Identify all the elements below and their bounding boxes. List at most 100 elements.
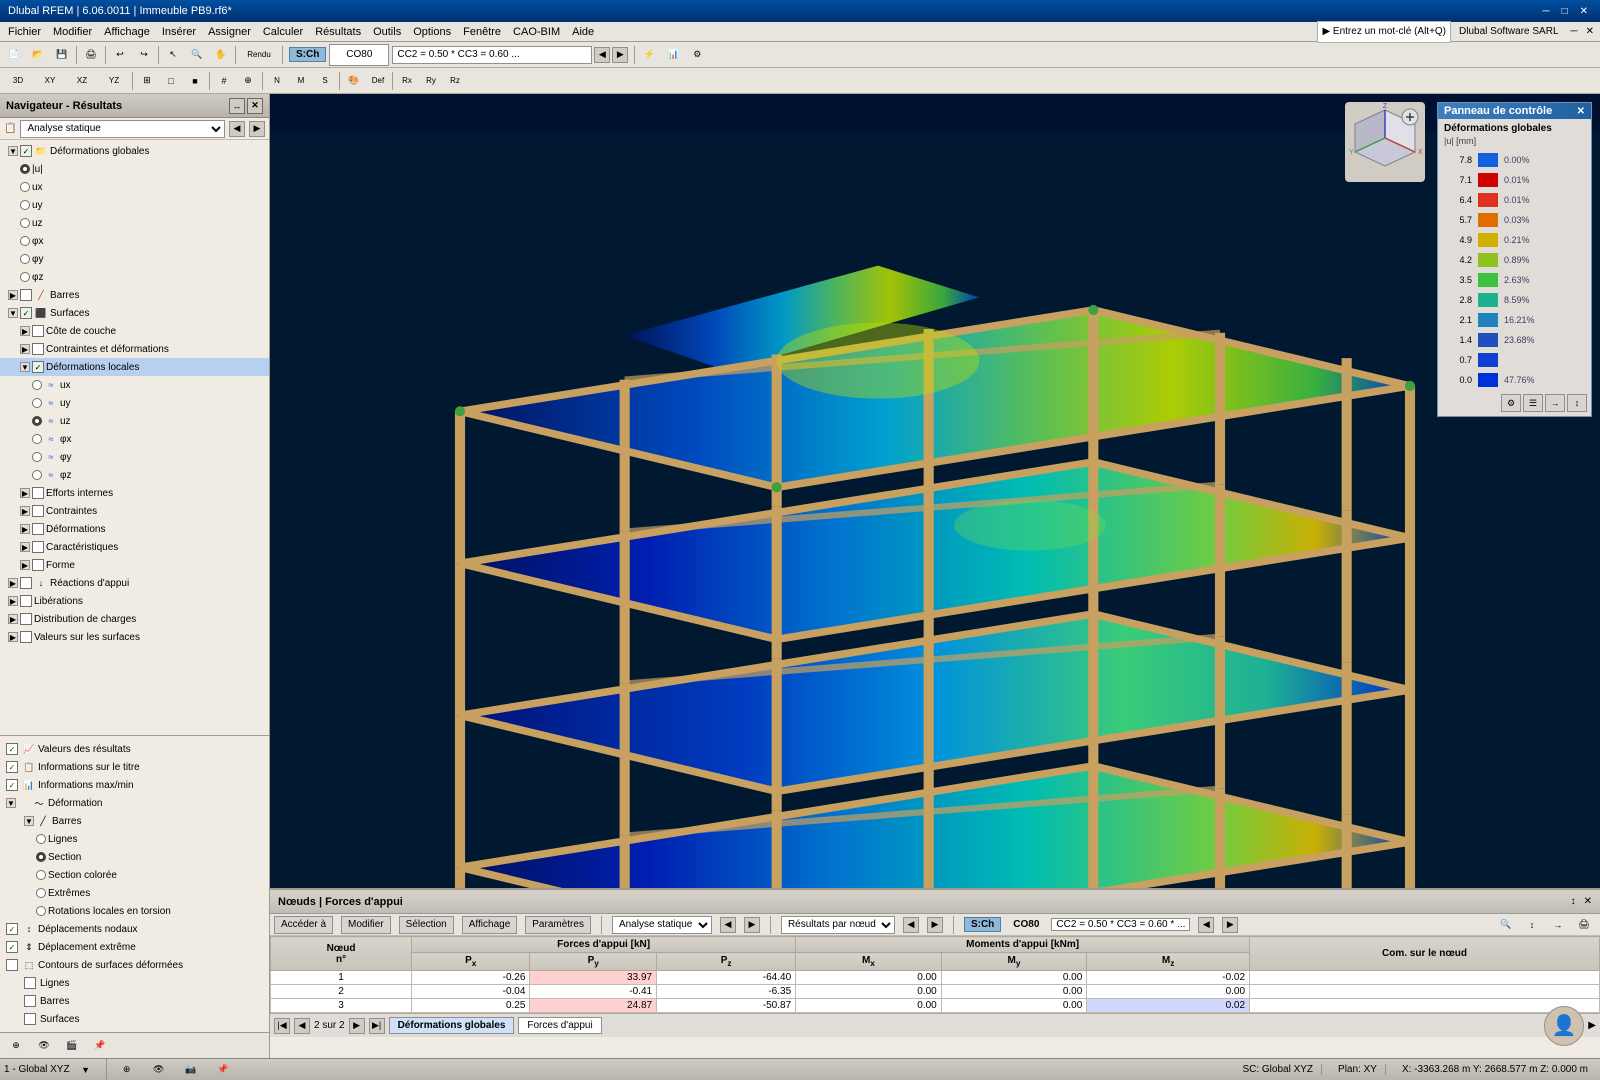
- radio-ux-loc[interactable]: [32, 380, 42, 390]
- control-panel-close[interactable]: ✕: [1577, 106, 1585, 117]
- cb-barres-bottom[interactable]: [24, 995, 36, 1007]
- expand-deformations[interactable]: ▼: [8, 146, 18, 156]
- radio-phiy[interactable]: [20, 254, 30, 264]
- panel-resize-btn[interactable]: ↕: [1571, 896, 1576, 907]
- selection-btn[interactable]: Sélection: [399, 916, 454, 934]
- radio-lignes-def[interactable]: [36, 834, 46, 844]
- radio-section-coloree[interactable]: [36, 870, 46, 880]
- item-rotations-torsion[interactable]: Rotations locales en torsion: [0, 902, 269, 920]
- fit-all-btn[interactable]: ⊞: [136, 70, 158, 92]
- item-barres-bottom[interactable]: Barres: [0, 992, 269, 1010]
- expand-surfaces[interactable]: ▼: [8, 308, 18, 318]
- cb-reactions[interactable]: [20, 577, 32, 589]
- radio-uy[interactable]: [20, 200, 30, 210]
- first-page-btn[interactable]: |◀: [274, 1018, 290, 1034]
- cb-deformations-loc[interactable]: ✓: [32, 361, 44, 373]
- grid-btn[interactable]: #: [213, 70, 235, 92]
- cb-valeurs-surf[interactable]: [20, 631, 32, 643]
- tree-item-forme[interactable]: ▶ Forme: [0, 556, 269, 574]
- calc-btn[interactable]: ⚡: [638, 44, 660, 66]
- tb-prev[interactable]: ◀: [720, 917, 736, 933]
- parametres-btn[interactable]: Paramètres: [525, 916, 591, 934]
- load-badge[interactable]: S:Ch: [289, 47, 326, 62]
- tree-item-ux[interactable]: ux: [0, 178, 269, 196]
- formula-display[interactable]: CC2 = 0.50 * CC3 = 0.60 ...: [392, 46, 592, 64]
- cb-liberations[interactable]: [20, 595, 32, 607]
- tree-item-uz-loc[interactable]: ≈ uz: [0, 412, 269, 430]
- save-btn[interactable]: 💾: [51, 44, 73, 66]
- print-btn[interactable]: 🖨: [80, 44, 102, 66]
- filter-btn[interactable]: 🔍: [1495, 914, 1517, 936]
- wireframe-btn[interactable]: □: [160, 70, 182, 92]
- avatar-expand[interactable]: ▶: [1588, 1020, 1596, 1031]
- menu-fichier[interactable]: Fichier: [2, 22, 47, 42]
- expand-deformation[interactable]: ▼: [6, 798, 16, 808]
- close-button[interactable]: ✕: [1576, 6, 1592, 17]
- radio-uz[interactable]: [20, 218, 30, 228]
- 3d-view[interactable]: Z X Y Panneau de contrôle ✕ Déformations…: [270, 94, 1600, 1058]
- panel-settings-btn[interactable]: ⚙: [1501, 394, 1521, 412]
- video-btn[interactable]: 🎬: [61, 1035, 83, 1057]
- item-deplacements-nodaux[interactable]: ↕ Déplacements nodaux: [0, 920, 269, 938]
- tree-item-deformations-globales[interactable]: ▼ ✓ 📁 Déformations globales: [0, 142, 269, 160]
- view-3d-btn[interactable]: 3D: [3, 70, 33, 92]
- rotate-z[interactable]: Rz: [444, 70, 466, 92]
- tree-item-distribution[interactable]: ▶ Distribution de charges: [0, 610, 269, 628]
- menu-calculer[interactable]: Calculer: [257, 22, 309, 42]
- tb-next[interactable]: ▶: [744, 917, 760, 933]
- tree-item-phix[interactable]: φx: [0, 232, 269, 250]
- expand-contr2[interactable]: ▶: [20, 506, 30, 516]
- surface-btn2[interactable]: S: [314, 70, 336, 92]
- sort-btn[interactable]: ↕: [1521, 914, 1543, 936]
- menu-assigner[interactable]: Assigner: [202, 22, 257, 42]
- analysis-prev[interactable]: ◀: [229, 121, 245, 137]
- tab-deformations[interactable]: Déformations globales: [389, 1017, 515, 1034]
- cb-forme[interactable]: [32, 559, 44, 571]
- item-lignes-bottom[interactable]: Lignes: [0, 974, 269, 992]
- pan-btn[interactable]: ✋: [210, 44, 232, 66]
- cb-infos-max[interactable]: [6, 779, 18, 791]
- tree-item-cote[interactable]: ▶ Côte de couche: [0, 322, 269, 340]
- print-results-btn[interactable]: 🖨: [1573, 914, 1595, 936]
- results-by-combo[interactable]: Résultats par nœud: [781, 916, 895, 934]
- load-combo-display[interactable]: CO80: [329, 44, 389, 66]
- expand-deform-s[interactable]: ▶: [20, 524, 30, 534]
- node-btn[interactable]: N: [266, 70, 288, 92]
- analysis-next[interactable]: ▶: [249, 121, 265, 137]
- cb-deformations-globales[interactable]: ✓: [20, 145, 32, 157]
- item-section-def[interactable]: Section: [0, 848, 269, 866]
- search-box[interactable]: ▶ Entrez un mot-clé (Alt+Q): [1317, 21, 1451, 43]
- maximize-button[interactable]: □: [1558, 6, 1572, 17]
- radio-u-abs[interactable]: [20, 164, 30, 174]
- cb-caract[interactable]: [32, 541, 44, 553]
- expand-contraintes[interactable]: ▶: [20, 344, 30, 354]
- cb-infos-titre[interactable]: [6, 761, 18, 773]
- table-row[interactable]: 3 0.25 24.87 -50.87 0.00 0.00 0.02: [271, 999, 1600, 1013]
- tb-formula[interactable]: CC2 = 0.50 * CC3 = 0.60 * ...: [1051, 918, 1190, 931]
- cb-barres[interactable]: [20, 289, 32, 301]
- results-btn[interactable]: 📊: [662, 44, 684, 66]
- solid-btn[interactable]: ■: [184, 70, 206, 92]
- menu-affichage[interactable]: Affichage: [98, 22, 156, 42]
- minimize-panel-btn[interactable]: ─: [1567, 22, 1582, 42]
- cb-contours[interactable]: [6, 959, 18, 971]
- axes-toggle-btn[interactable]: ⊕: [5, 1035, 27, 1057]
- prev-load-btn[interactable]: ◀: [594, 47, 610, 63]
- minimize-button[interactable]: ─: [1538, 6, 1553, 17]
- radio-phiz-loc[interactable]: [32, 470, 42, 480]
- cb-cote[interactable]: [32, 325, 44, 337]
- nav-close-btn[interactable]: ✕: [247, 98, 263, 114]
- tb-prev2[interactable]: ◀: [903, 917, 919, 933]
- next-page-btn[interactable]: ▶: [349, 1018, 365, 1034]
- menu-modifier[interactable]: Modifier: [47, 22, 98, 42]
- item-infos-titre[interactable]: 📋 Informations sur le titre: [0, 758, 269, 776]
- close-panel-btn[interactable]: ✕: [1582, 22, 1598, 42]
- menu-aide[interactable]: Aide: [566, 22, 600, 42]
- tree-item-valeurs-surf[interactable]: ▶ Valeurs sur les surfaces: [0, 628, 269, 646]
- tree-item-phiz-loc[interactable]: ≈ φz: [0, 466, 269, 484]
- axes-btn[interactable]: ⊕: [237, 70, 259, 92]
- view-xz-btn[interactable]: XZ: [67, 70, 97, 92]
- expand-cote[interactable]: ▶: [20, 326, 30, 336]
- eye-btn[interactable]: 👁: [33, 1035, 55, 1057]
- expand-caract[interactable]: ▶: [20, 542, 30, 552]
